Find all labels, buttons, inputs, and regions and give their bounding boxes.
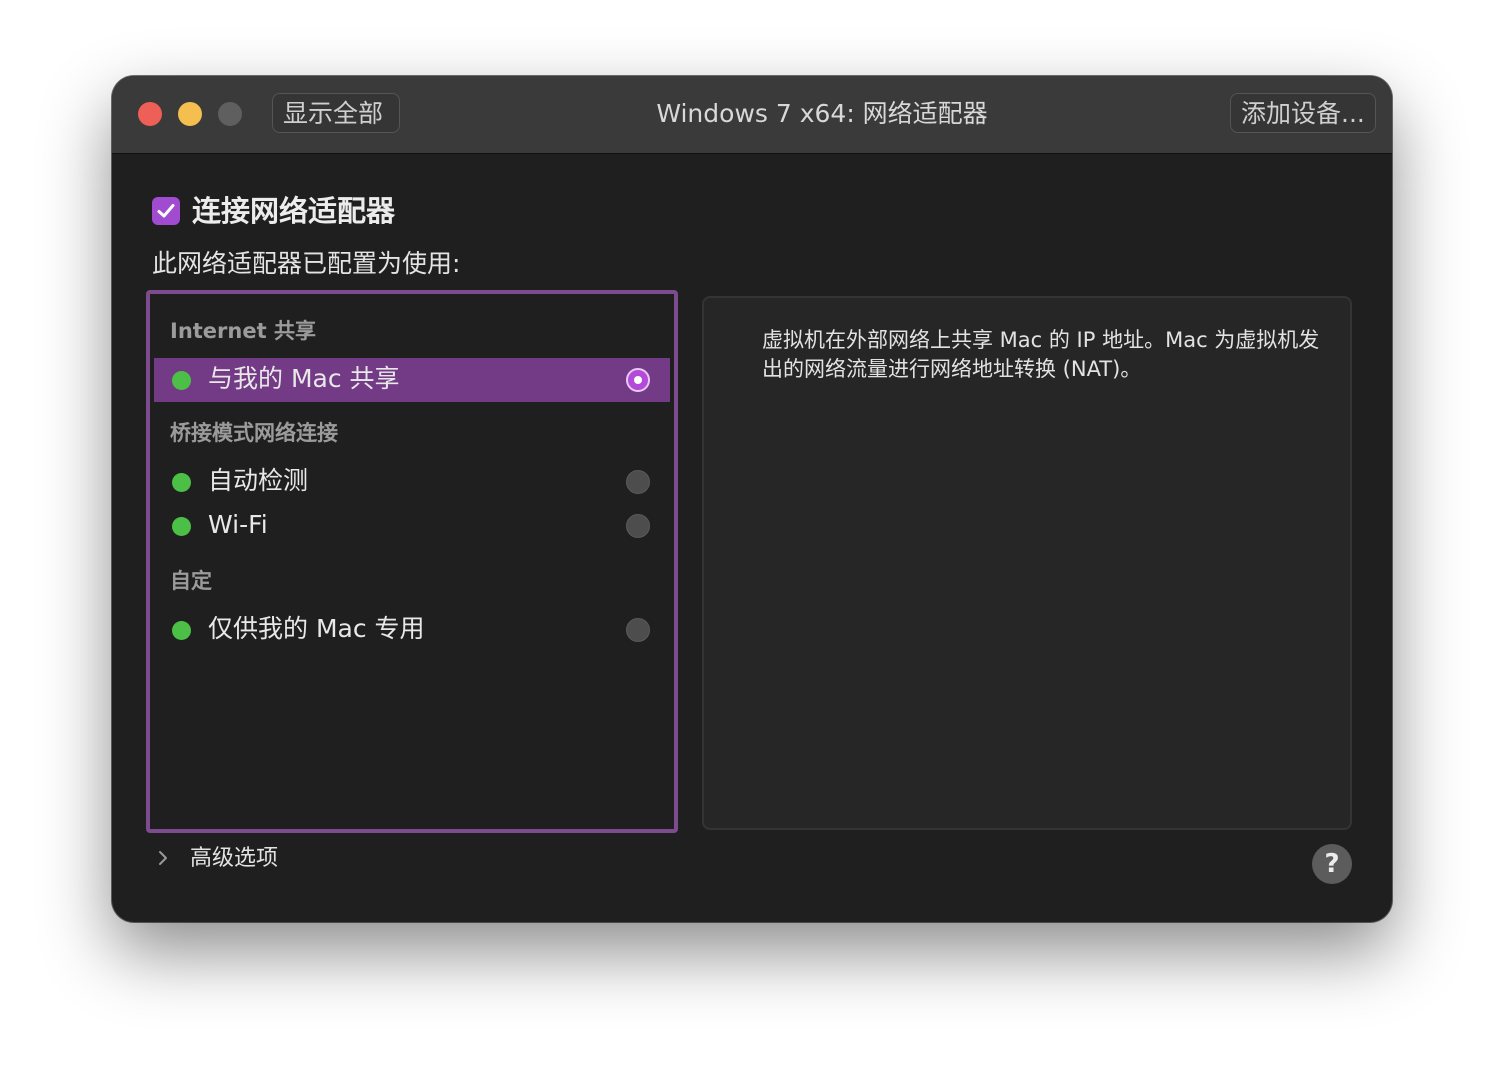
section-header-bridged: 桥接模式网络连接 <box>170 421 338 445</box>
list-item-label: Wi-Fi <box>208 510 268 539</box>
connect-adapter-label[interactable]: 连接网络适配器 <box>192 192 395 230</box>
green-dot-icon <box>172 473 191 492</box>
green-dot-icon <box>172 621 191 640</box>
add-device-button[interactable]: 添加设备... <box>1230 93 1376 133</box>
green-dot-icon <box>172 371 191 390</box>
list-item-label: 自动检测 <box>208 466 309 495</box>
close-icon[interactable] <box>138 102 162 126</box>
minimize-icon[interactable] <box>178 102 202 126</box>
section-header-custom: 自定 <box>170 569 212 593</box>
title-bar: 显示全部 Windows 7 x64: 网络适配器 添加设备... <box>112 76 1392 154</box>
list-item-auto-detect[interactable]: 自动检测 <box>154 460 670 504</box>
radio-icon[interactable] <box>626 470 650 494</box>
description-text: 虚拟机在外部网络上共享 Mac 的 IP 地址。Mac 为虚拟机发出的网络流量进… <box>762 328 1320 381</box>
chevron-right-icon[interactable] <box>156 848 170 868</box>
description-panel: 虚拟机在外部网络上共享 Mac 的 IP 地址。Mac 为虚拟机发出的网络流量进… <box>702 296 1352 830</box>
list-item-label: 与我的 Mac 共享 <box>208 364 400 393</box>
network-mode-list[interactable]: Internet 共享 与我的 Mac 共享 桥接模式网络连接 自动检测 Wi-… <box>146 290 678 833</box>
window-title: Windows 7 x64: 网络适配器 <box>656 99 988 128</box>
green-dot-icon <box>172 517 191 536</box>
list-item-wifi[interactable]: Wi-Fi <box>154 504 670 548</box>
list-item-private-mac[interactable]: 仅供我的 Mac 专用 <box>154 608 670 652</box>
radio-icon[interactable] <box>626 514 650 538</box>
connect-adapter-checkbox[interactable] <box>152 197 180 225</box>
radio-icon[interactable] <box>626 618 650 642</box>
advanced-options-toggle[interactable]: 高级选项 <box>190 843 278 875</box>
show-all-button[interactable]: 显示全部 <box>272 93 400 133</box>
list-item-share-with-mac[interactable]: 与我的 Mac 共享 <box>154 358 670 402</box>
checkmark-icon <box>157 204 175 218</box>
config-label: 此网络适配器已配置为使用: <box>152 249 461 278</box>
network-adapter-window: 显示全部 Windows 7 x64: 网络适配器 添加设备... 连接网络适配… <box>112 76 1392 922</box>
help-button[interactable]: ? <box>1312 844 1352 884</box>
list-item-label: 仅供我的 Mac 专用 <box>208 614 425 643</box>
zoom-icon[interactable] <box>218 102 242 126</box>
section-header-internet-sharing: Internet 共享 <box>170 319 316 343</box>
radio-icon[interactable] <box>626 368 650 392</box>
